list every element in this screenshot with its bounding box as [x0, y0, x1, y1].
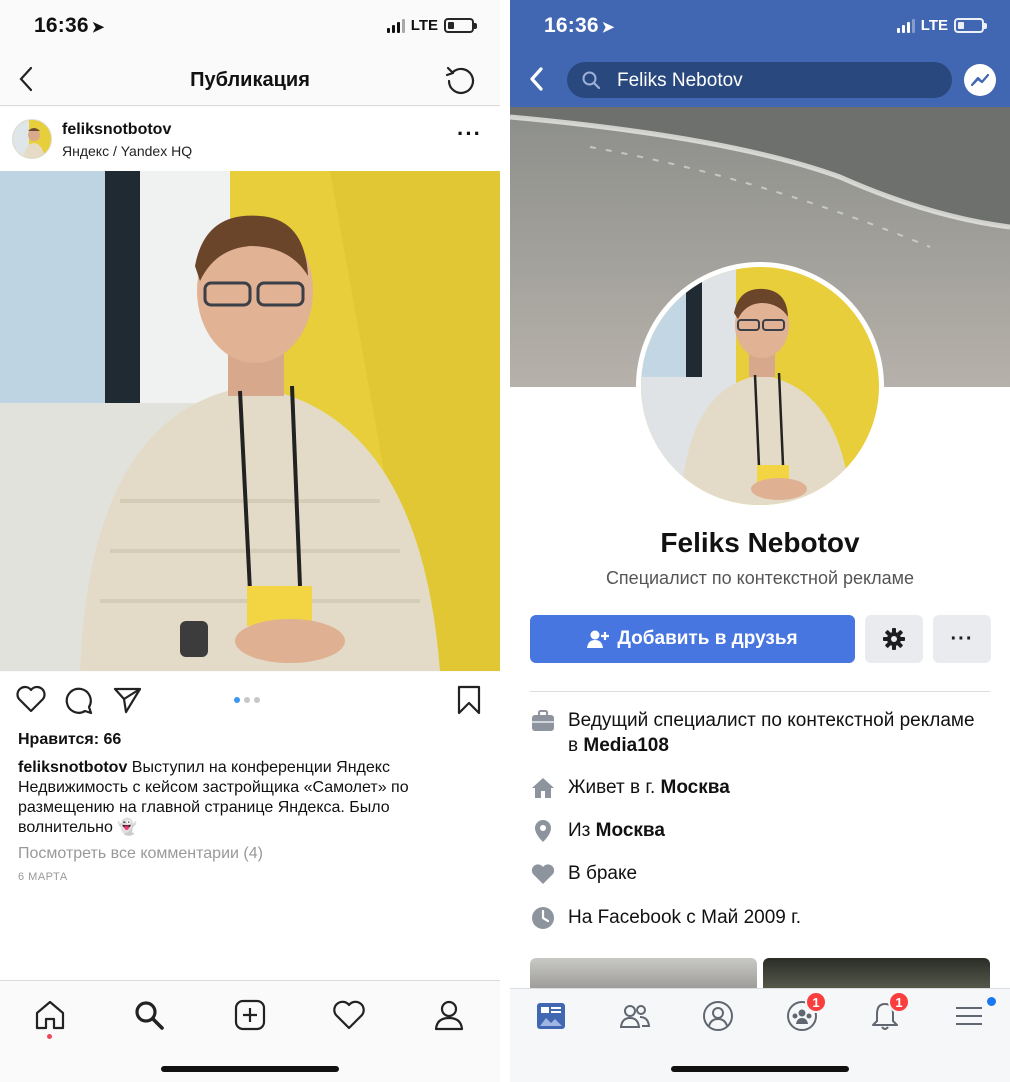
news-feed-icon[interactable] [534, 999, 568, 1033]
status-bar: 16:36 ➤ LTE [510, 0, 1010, 54]
menu-hamburger-icon[interactable] [952, 999, 986, 1033]
tab-bar: 1 1 [510, 988, 1010, 1082]
post-location[interactable]: Яндекс / Yandex HQ [62, 143, 192, 159]
bookmark-icon[interactable] [456, 685, 482, 720]
facebook-header: 16:36 ➤ LTE Feliks Nebotov [510, 0, 1010, 107]
briefcase-icon [532, 710, 554, 731]
page-title: Публикация [190, 69, 310, 91]
search-input[interactable]: Feliks Nebotov [567, 62, 952, 98]
post-photo[interactable] [0, 171, 500, 671]
profile-icon[interactable] [701, 999, 735, 1033]
info-from-text: Из [568, 820, 596, 841]
carousel-indicator [234, 697, 260, 703]
back-chevron-icon[interactable] [528, 66, 544, 97]
activity-heart-icon[interactable] [332, 998, 366, 1032]
status-time: 16:36 [34, 14, 89, 37]
info-joined-text: На Facebook с Май 2009 г. [568, 907, 802, 928]
info-lives-in: Живет в г. Москва [530, 775, 1000, 801]
info-work: Ведущий специалист по контекстной реклам… [530, 708, 1000, 760]
tab-bar [0, 980, 500, 1082]
network-label: LTE [920, 17, 948, 34]
home-icon[interactable] [33, 998, 67, 1032]
photo-thumbnail[interactable] [530, 958, 757, 988]
battery-icon [954, 18, 987, 33]
post-actions [0, 672, 500, 728]
share-send-icon[interactable] [112, 685, 142, 720]
add-post-icon[interactable] [233, 998, 267, 1032]
network-label: LTE [410, 17, 438, 34]
friends-icon[interactable] [618, 999, 652, 1033]
location-arrow-icon: ➤ [601, 19, 615, 36]
search-icon[interactable] [132, 998, 166, 1032]
clock-icon [532, 907, 554, 929]
status-time: 16:36 [544, 14, 599, 37]
battery-icon [444, 18, 477, 33]
info-lives-city[interactable]: Москва [661, 777, 730, 798]
photos-strip [530, 958, 990, 988]
instagram-screen: 16:36 ➤ LTE Публикация feliksnotbotov Янд… [0, 0, 500, 1082]
more-dots-icon: ··· [950, 627, 974, 650]
profile-subtitle: Специалист по контекстной рекламе [605, 568, 915, 588]
info-relationship-text: В браке [568, 863, 638, 884]
screen-divider [500, 0, 510, 1082]
info-work-employer[interactable]: Media108 [583, 735, 669, 756]
gear-icon [883, 628, 905, 650]
view-comments-link[interactable]: Посмотреть все комментарии (4) [18, 845, 482, 863]
more-options-icon[interactable]: ··· [457, 121, 482, 147]
home-indicator [161, 1066, 339, 1072]
info-lives-text: Живет в г. [568, 777, 661, 798]
info-joined: На Facebook с Май 2009 г. [530, 905, 1000, 931]
post-date: 6 МАРТА [18, 871, 68, 883]
add-friend-button[interactable]: Добавить в друзья [530, 615, 855, 663]
location-pin-icon [535, 820, 551, 842]
post-caption: feliksnotbotov Выступил на конференции Я… [18, 758, 468, 838]
notifications-badge: 1 [888, 991, 910, 1013]
info-relationship: В браке [530, 861, 1000, 887]
refresh-icon[interactable] [444, 64, 476, 101]
add-friend-icon [587, 630, 610, 648]
profile-name: Feliks Nebotov [660, 527, 860, 558]
info-from-city[interactable]: Москва [596, 820, 665, 841]
home-notification-dot [47, 1034, 52, 1039]
navigation-bar: Публикация [0, 54, 500, 106]
location-arrow-icon: ➤ [91, 19, 105, 36]
home-indicator [671, 1066, 849, 1072]
groups-badge: 1 [805, 991, 827, 1013]
signal-icon [386, 18, 405, 33]
likes-count[interactable]: Нравится: 66 [18, 731, 482, 749]
divider [530, 691, 990, 692]
like-heart-icon[interactable] [16, 685, 46, 718]
avatar[interactable] [12, 119, 52, 159]
search-query: Feliks Nebotov [617, 70, 743, 91]
post-header: feliksnotbotov Яндекс / Yandex HQ ··· [0, 107, 500, 171]
heart-icon [531, 864, 555, 884]
house-icon [532, 778, 554, 798]
profile-icon[interactable] [432, 998, 466, 1032]
settings-button[interactable] [865, 615, 923, 663]
comment-icon[interactable] [64, 685, 94, 720]
profile-picture[interactable] [636, 262, 884, 510]
facebook-screen: 16:36 ➤ LTE Feliks Nebotov Feliks Neboto… [510, 0, 1010, 1082]
search-icon [582, 71, 601, 90]
post-username[interactable]: feliksnotbotov [62, 121, 171, 139]
more-button[interactable]: ··· [933, 615, 991, 663]
signal-icon [896, 18, 915, 33]
post-body: Нравится: 66 feliksnotbotov Выступил на … [0, 728, 500, 980]
photo-thumbnail[interactable] [763, 958, 990, 988]
status-bar: 16:36 ➤ LTE [0, 0, 500, 54]
caption-username[interactable]: feliksnotbotov [18, 759, 127, 776]
add-friend-label: Добавить в друзья [617, 628, 798, 649]
info-from: Из Москва [530, 818, 1000, 844]
messenger-icon[interactable] [964, 64, 996, 96]
menu-notification-dot [987, 997, 996, 1006]
